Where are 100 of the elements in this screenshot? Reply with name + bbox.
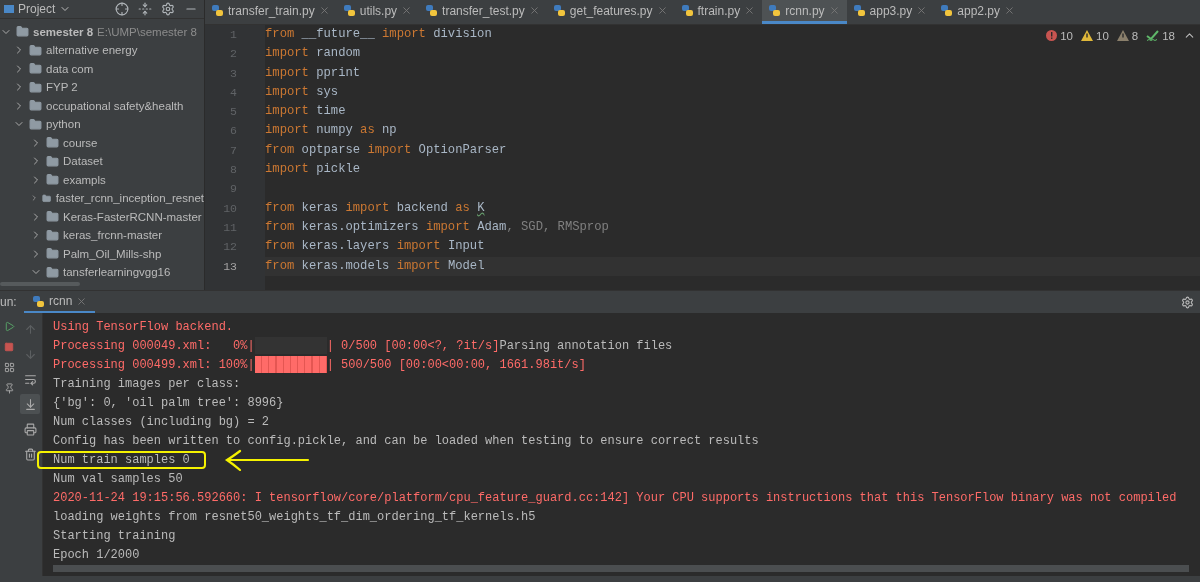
layout-icon[interactable] <box>3 362 15 373</box>
tree-item[interactable]: keras_frcnn-master <box>63 229 163 242</box>
folder-icon <box>46 210 59 224</box>
folder-icon <box>29 62 42 76</box>
close-icon[interactable] <box>401 5 413 16</box>
inspection-count: 10 <box>1096 29 1109 42</box>
scrollbar[interactable] <box>0 281 80 286</box>
tree-item[interactable]: Palm_Oil_Mills-shp <box>63 247 162 260</box>
close-icon[interactable] <box>828 5 840 16</box>
code-line: import random <box>265 46 361 61</box>
file-tab[interactable]: get_features.py <box>546 0 675 24</box>
scroll-to-end-icon[interactable] <box>20 394 40 414</box>
folder-path: E:\UMP\semester 8 <box>97 25 197 38</box>
folder-icon <box>46 136 59 150</box>
code-line: import time <box>265 104 346 119</box>
console-text: Parsing annotation files <box>499 338 673 353</box>
close-icon[interactable] <box>528 5 540 16</box>
tree-item[interactable]: python <box>46 118 81 131</box>
file-tab[interactable]: transfer_train.py <box>205 0 337 24</box>
console-text: Config has been written to config.pickle, and can be loaded when testing to ensure correct results <box>53 433 759 448</box>
pin-icon[interactable] <box>3 383 15 394</box>
tree-item[interactable]: semester 8 <box>33 25 94 38</box>
folder-icon <box>46 154 59 168</box>
code-line: import pprint <box>265 65 361 80</box>
folder-icon <box>42 191 52 205</box>
collapse-icon[interactable] <box>138 1 152 16</box>
console-text: Num val samples 50 <box>53 472 183 487</box>
tree-item[interactable]: alternative energy <box>46 44 138 57</box>
console-text: {'bg': 0, 'oil palm tree': 8996} <box>53 395 284 410</box>
file-tab[interactable]: ftrain.py <box>674 0 763 24</box>
tree-item[interactable]: faster_rcnn_inception_resnet <box>55 192 204 205</box>
console-text: Epoch 1/2000 <box>53 548 140 563</box>
file-tab[interactable]: app3.py <box>846 0 935 24</box>
console-text: Starting training <box>53 529 176 544</box>
file-tab[interactable]: transfer_test.py <box>419 0 547 24</box>
line-number: 13 <box>222 258 238 275</box>
tree-item[interactable]: Keras-FasterRCNN-master <box>63 210 202 223</box>
tree-item[interactable]: Dataset <box>63 155 103 168</box>
console-text: Num train samples 0 <box>53 453 190 468</box>
code-line: from keras.optimizers import Adam, SGD, RMSprop <box>265 219 609 234</box>
python-file-icon <box>680 4 694 17</box>
code-line: from keras.layers import Input <box>265 239 485 254</box>
code-line: from optparse import OptionParser <box>265 142 507 157</box>
scrollbar[interactable] <box>53 565 1189 572</box>
console-text: Using TensorFlow backend. <box>53 319 234 334</box>
file-tab[interactable]: app2.py <box>934 0 1022 24</box>
folder-icon <box>46 265 59 279</box>
console-text: Processing 000499.xml: 100%| <box>53 357 255 372</box>
check-icon <box>1146 30 1160 41</box>
tree-item[interactable]: exampls <box>63 173 106 186</box>
python-file-icon <box>342 4 356 17</box>
close-icon[interactable] <box>916 5 928 16</box>
stop-icon[interactable] <box>4 342 14 352</box>
file-tab[interactable]: utils.py <box>336 0 420 24</box>
code-line: import pickle <box>265 162 361 177</box>
console-text: loading weights from resnet50_weights_tf_dim_ordering_tf_kernels.h5 <box>53 510 536 525</box>
project-dropdown[interactable]: Project <box>2 1 74 16</box>
python-file-icon <box>425 4 439 17</box>
python-file-icon <box>940 4 954 17</box>
python-file-icon <box>852 4 866 17</box>
project-window-icon <box>4 3 14 14</box>
tree-item[interactable]: FYP 2 <box>46 81 78 94</box>
inspection-count: 8 <box>1131 29 1139 42</box>
console-text: Num classes (including bg) = 2 <box>53 414 270 429</box>
python-file-icon <box>32 294 45 308</box>
code-line: from keras import backend as K <box>265 200 485 215</box>
console-text: Processing 000049.xml: 0%| <box>53 338 255 353</box>
folder-icon <box>46 228 59 242</box>
locate-icon[interactable] <box>115 1 129 16</box>
console-text: 2020-11-24 19:15:56.592660: I tensorflow/core/platform/cpu_feature_guard.cc:142] Your CPU supports instructions that this TensorFlow binary was not compiled <box>53 491 1177 506</box>
folder-icon <box>29 43 42 57</box>
rerun-icon[interactable] <box>3 321 15 332</box>
folder-icon <box>46 173 59 187</box>
close-icon[interactable] <box>744 5 756 16</box>
inspection-count: 18 <box>1162 29 1175 42</box>
python-file-icon <box>211 4 224 17</box>
python-file-icon <box>552 4 566 17</box>
folder-icon <box>29 80 42 94</box>
settings-icon[interactable] <box>161 1 175 16</box>
tree-item[interactable]: course <box>63 136 98 149</box>
tree-item[interactable]: data com <box>46 62 94 75</box>
close-icon[interactable] <box>318 5 330 16</box>
folder-icon <box>46 247 59 261</box>
console-text: | 500/500 [00:00<00:00, 1661.98it/s] <box>326 357 586 372</box>
python-file-icon <box>768 4 782 17</box>
close-icon[interactable] <box>656 5 668 16</box>
close-icon[interactable] <box>1004 5 1015 16</box>
code-line: from __future__ import division <box>265 27 492 41</box>
file-tab[interactable]: rcnn.py <box>762 0 847 24</box>
tree-item[interactable]: occupational safety&health <box>46 99 184 112</box>
code-line: import numpy as np <box>265 123 397 138</box>
code-line: import sys <box>265 84 339 99</box>
run-label: un: <box>0 295 18 309</box>
close-icon[interactable] <box>76 295 88 307</box>
tree-item[interactable]: tansferlearningvgg16 <box>63 266 171 279</box>
console-text: Training images per class: <box>53 376 241 391</box>
folder-icon <box>16 25 29 39</box>
code-line: from keras.models import Model <box>265 258 485 273</box>
folder-icon <box>29 99 42 113</box>
settings-icon[interactable] <box>1181 295 1194 309</box>
